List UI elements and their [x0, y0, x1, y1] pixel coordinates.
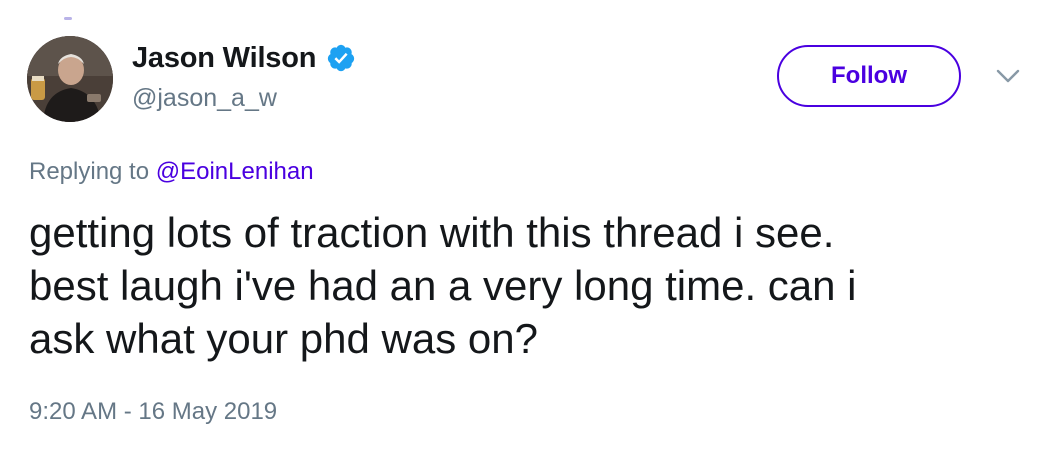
follow-button[interactable]: Follow — [777, 45, 961, 107]
author-display-name[interactable]: Jason Wilson — [132, 42, 316, 75]
tweet-card: Jason Wilson @jason_a_w Follow Replying … — [0, 0, 1052, 461]
replying-to-label: Replying to — [29, 158, 150, 185]
tweet-text: getting lots of traction with this threa… — [29, 209, 857, 362]
user-photo-icon — [27, 36, 113, 122]
author-handle[interactable]: @jason_a_w — [132, 84, 277, 113]
avatar[interactable] — [27, 36, 113, 122]
top-divider-mark — [64, 17, 72, 20]
verified-badge-icon — [326, 43, 356, 73]
tweet-timestamp[interactable]: 9:20 AM - 16 May 2019 — [29, 398, 277, 426]
reply-mention-link[interactable]: @EoinLenihan — [156, 158, 314, 185]
author-name-row: Jason Wilson — [132, 38, 356, 78]
replying-to-line: Replying to @EoinLenihan — [29, 158, 314, 186]
chevron-down-icon[interactable] — [994, 66, 1022, 86]
